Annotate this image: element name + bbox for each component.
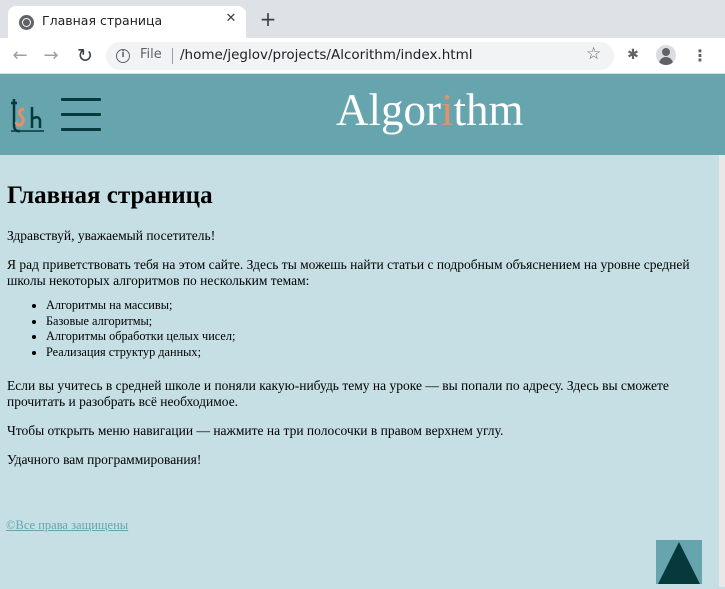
list-item: Алгоритмы на массивы; [46,298,719,314]
farewell-paragraph: Удачного вам программирования! [7,452,202,468]
browser-menu-icon[interactable]: ⋮ [690,43,710,69]
school-paragraph: Если вы учитесь в средней школе и поняли… [7,377,669,409]
page-scrollbar[interactable] [719,155,725,587]
site-header: Algorithm [0,74,725,155]
site-title: Algorithm [336,85,524,135]
forward-button[interactable]: → [38,43,64,69]
main-content: Главная страница Здравствуй, уважаемый п… [7,155,719,481]
greeting-paragraph: Здравствуй, уважаемый посетитель! [7,227,216,243]
bookmark-star-icon[interactable]: ☆ [586,44,601,64]
browser-tab[interactable]: Главная страница ✕ [8,6,246,38]
scroll-to-top-button[interactable] [656,540,702,584]
browser-tab-bar: Главная страница ✕ + [0,0,725,38]
nav-hint-paragraph: Чтобы открыть меню навигации — нажмите н… [7,422,504,438]
back-button[interactable]: ← [7,43,33,69]
address-divider [172,48,173,64]
tab-title: Главная страница [42,13,163,28]
copyright-link[interactable]: ©Все права защищены [6,518,128,533]
topics-list: Алгоритмы на массивы; Базовые алгоритмы;… [7,298,719,360]
url-scheme-label: File [140,47,162,62]
intro-paragraph: Я рад приветствовать тебя на этом сайте.… [7,256,690,288]
close-tab-icon[interactable]: ✕ [222,10,240,28]
globe-icon [19,15,34,30]
page-title: Главная страница [7,182,213,209]
list-item: Реализация структур данных; [46,345,719,361]
hamburger-menu-icon[interactable] [60,94,102,136]
info-icon[interactable]: i [116,49,130,63]
url-text[interactable]: /home/jeglov/projects/Alcorithm/index.ht… [180,47,472,63]
profile-avatar-icon[interactable] [656,45,676,65]
extensions-puzzle-icon[interactable]: ✱ [625,47,641,63]
list-item: Алгоритмы обработки целых чисел; [46,329,719,345]
browser-toolbar: ← → ↻ i File /home/jeglov/projects/Alcor… [0,38,725,74]
list-item: Базовые алгоритмы; [46,314,719,330]
site-logo-icon[interactable] [8,95,48,135]
arrow-up-icon [658,542,700,584]
reload-button[interactable]: ↻ [72,43,98,69]
new-tab-button[interactable]: + [256,6,280,32]
address-bar[interactable]: i File /home/jeglov/projects/Alcorithm/i… [106,42,614,70]
